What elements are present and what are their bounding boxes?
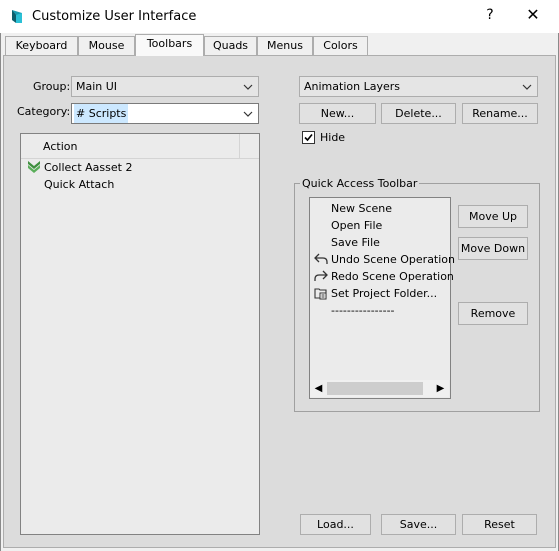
list-item-label: Undo Scene Operation [331, 253, 456, 266]
double-chevron-down-icon [28, 161, 40, 173]
title-bar: Customize User Interface ? ✕ [0, 0, 559, 33]
quick-access-toolbar-title: Quick Access Toolbar [300, 177, 420, 190]
chevron-down-icon [243, 84, 253, 90]
list-item[interactable]: New Scene [331, 200, 392, 217]
delete-toolbar-button[interactable]: Delete... [381, 103, 456, 124]
tab-menus[interactable]: Menus [257, 36, 313, 55]
group-dropdown[interactable]: Main UI [71, 76, 259, 97]
chevron-down-icon [243, 111, 253, 117]
scroll-right-icon[interactable]: ▶ [432, 380, 449, 397]
undo-icon [314, 253, 328, 264]
category-dropdown-value: # Scripts [74, 104, 129, 123]
list-item-label: New Scene [331, 202, 393, 215]
window-title: Customize User Interface [32, 9, 197, 24]
group-dropdown-value: Main UI [76, 80, 118, 93]
list-item[interactable]: Set Project Folder... [314, 285, 438, 302]
action-list-header[interactable]: Action [21, 134, 259, 159]
move-up-button[interactable]: Move Up [458, 205, 528, 228]
list-item-label: Set Project Folder... [331, 287, 438, 300]
horizontal-scrollbar[interactable]: ◀ ▶ [310, 380, 449, 397]
list-item[interactable]: Open File [331, 217, 382, 234]
tab-mouse[interactable]: Mouse [78, 36, 135, 55]
redo-icon [314, 270, 328, 281]
list-item-label: Quick Attach [44, 178, 115, 191]
action-column-header: Action [43, 140, 78, 153]
remove-button[interactable]: Remove [458, 302, 528, 325]
chevron-down-icon [522, 84, 532, 90]
new-toolbar-button[interactable]: New... [299, 103, 376, 124]
tab-toolbars[interactable]: Toolbars [135, 34, 204, 56]
list-item-label: Open File [331, 219, 383, 232]
move-down-button[interactable]: Move Down [458, 237, 528, 260]
app-icon [12, 10, 22, 23]
help-button[interactable]: ? [482, 7, 498, 23]
tab-keyboard[interactable]: Keyboard [5, 36, 78, 55]
tab-quads[interactable]: Quads [204, 36, 257, 55]
reset-button[interactable]: Reset [462, 514, 537, 535]
list-item[interactable]: Save File [331, 234, 380, 251]
hide-label: Hide [320, 131, 346, 144]
quick-access-list[interactable]: New Scene Open File Save File Undo Scene… [309, 197, 455, 399]
category-dropdown[interactable]: # Scripts [71, 103, 259, 124]
list-item-label: Redo Scene Operation [331, 270, 454, 283]
separator-label: ---------------- [331, 304, 395, 317]
list-item-label: Collect Aasset 2 [44, 161, 133, 174]
toolbar-dropdown-value: Animation Layers [304, 80, 400, 93]
load-button[interactable]: Load... [300, 514, 371, 535]
checkmark-icon [304, 133, 313, 142]
scroll-left-icon[interactable]: ◀ [310, 380, 327, 397]
action-list[interactable]: Action Collect Aasset 2 Quick Attach [20, 133, 260, 535]
list-item[interactable]: Redo Scene Operation [314, 268, 454, 285]
hide-checkbox[interactable] [302, 131, 315, 144]
window-border-left [0, 33, 1, 551]
save-button[interactable]: Save... [381, 514, 456, 535]
tab-colors[interactable]: Colors [313, 36, 368, 55]
scrollbar-thumb[interactable] [327, 382, 423, 395]
close-button[interactable]: ✕ [524, 5, 542, 24]
list-item[interactable]: Undo Scene Operation [314, 251, 456, 268]
group-label: Group: [33, 80, 71, 93]
list-item-label: Save File [331, 236, 380, 249]
project-folder-icon [314, 288, 327, 300]
rename-toolbar-button[interactable]: Rename... [462, 103, 538, 124]
column-divider[interactable] [239, 134, 240, 158]
toolbar-dropdown[interactable]: Animation Layers [299, 76, 538, 97]
category-label: Category: [17, 105, 71, 118]
separator-item[interactable]: ---------------- [331, 302, 395, 319]
